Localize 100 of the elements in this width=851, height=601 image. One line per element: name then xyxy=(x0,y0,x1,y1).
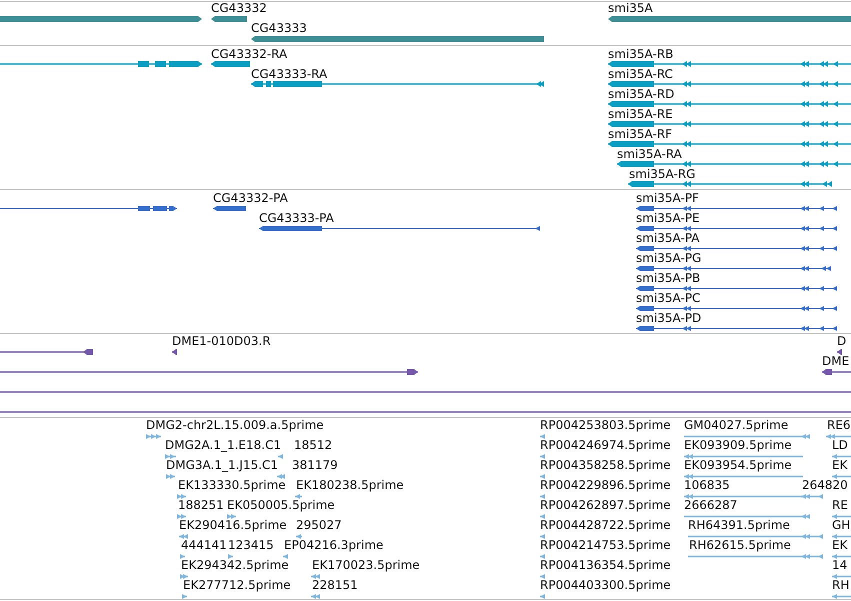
est-arrow-icon[interactable] xyxy=(540,514,545,518)
est-label: RP004229896.5prime xyxy=(540,479,671,492)
protein-model[interactable] xyxy=(213,206,246,210)
protein-label: CG43333-PA xyxy=(259,212,334,225)
transcript-label: CG43332-RA xyxy=(211,48,288,61)
est-label: EK277712.5prime xyxy=(183,579,291,592)
est-label: 295027 xyxy=(296,519,342,532)
est-label: DMG3A.1_1.J15.C1 xyxy=(166,459,278,472)
clone-alignment[interactable] xyxy=(0,409,851,415)
est-arrow-icon[interactable] xyxy=(540,534,545,538)
est-label: RP004136354.5prime xyxy=(540,559,671,572)
gene-bar[interactable] xyxy=(211,16,247,22)
est-arrow-icon[interactable] xyxy=(296,534,302,538)
transcript-label: smi35A-RD xyxy=(608,88,674,101)
est-alignment[interactable] xyxy=(688,534,823,538)
est-alignment[interactable] xyxy=(684,434,810,438)
transcript-label: CG43333-RA xyxy=(251,68,328,81)
protein-model[interactable] xyxy=(259,226,540,230)
est-label: 264820 xyxy=(802,479,848,492)
est-label: RH xyxy=(832,579,850,592)
est-alignment[interactable] xyxy=(826,434,851,438)
clone-alignment[interactable] xyxy=(822,369,851,375)
protein-model[interactable] xyxy=(636,306,837,310)
est-label: RE xyxy=(832,499,848,512)
gene-label: CG43333 xyxy=(251,22,307,35)
transcript-model[interactable] xyxy=(617,161,851,167)
transcript-label: smi35A-RA xyxy=(617,148,682,161)
est-arrow-icon[interactable] xyxy=(540,574,545,578)
est-label: RE6 xyxy=(827,419,851,432)
transcript-model[interactable] xyxy=(628,181,832,187)
est-label: EK290416.5prime xyxy=(179,519,287,532)
est-arrow-icon[interactable] xyxy=(295,494,302,498)
protein-model[interactable] xyxy=(636,326,837,330)
est-label: RH64391.5prime xyxy=(688,519,790,532)
est-arrow-icon[interactable] xyxy=(540,454,545,458)
clone-alignment[interactable] xyxy=(0,349,93,355)
transcript-label: smi35A-RG xyxy=(629,168,696,181)
est-label: RP004358258.5prime xyxy=(540,459,671,472)
est-label: EK180238.5prime xyxy=(296,479,404,492)
est-label: RP004253803.5prime xyxy=(540,419,671,432)
transcript-label: smi35A-RF xyxy=(608,128,672,141)
transcript-model[interactable] xyxy=(608,101,851,107)
est-arrow-icon[interactable] xyxy=(540,474,545,478)
protein-model[interactable] xyxy=(636,226,837,230)
gene-label: smi35A xyxy=(608,2,653,15)
transcript-model[interactable] xyxy=(251,81,544,87)
est-alignment[interactable] xyxy=(684,454,803,458)
clone-alignment[interactable] xyxy=(0,369,418,375)
est-label: 18512 xyxy=(294,439,332,452)
est-label: EK093909.5prime xyxy=(684,439,792,452)
est-label: GM04027.5prime xyxy=(684,419,788,432)
protein-model[interactable] xyxy=(636,246,837,250)
transcript-model[interactable] xyxy=(608,121,851,127)
est-label: 381179 xyxy=(292,459,338,472)
est-label: RP004428722.5prime xyxy=(540,519,671,532)
clone-label: DME xyxy=(822,355,850,368)
est-label: 2666287 xyxy=(684,499,738,512)
clone-arrow-icon[interactable] xyxy=(837,349,842,355)
transcript-model[interactable] xyxy=(608,61,851,67)
protein-model[interactable] xyxy=(636,206,837,210)
est-arrow-icon[interactable] xyxy=(180,574,188,578)
est-arrow-icon[interactable] xyxy=(540,554,545,558)
protein-label: smi35A-PA xyxy=(636,232,700,245)
est-arrow-icon[interactable] xyxy=(278,454,283,458)
clone-alignment[interactable] xyxy=(0,389,851,395)
protein-label: smi35A-PB xyxy=(636,272,700,285)
est-alignment[interactable] xyxy=(684,474,803,478)
transcript-model[interactable] xyxy=(0,61,202,67)
est-arrow-icon[interactable] xyxy=(283,554,288,558)
transcript-model[interactable] xyxy=(211,61,250,67)
protein-label: smi35A-PC xyxy=(636,292,700,305)
est-arrow-icon[interactable] xyxy=(540,594,545,598)
est-label: 14 xyxy=(832,559,848,572)
transcript-model[interactable] xyxy=(608,81,851,87)
protein-label: smi35A-PF xyxy=(636,192,699,205)
est-arrow-icon[interactable] xyxy=(540,434,545,438)
est-label: EK294342.5prime xyxy=(181,559,289,572)
transcript-model[interactable] xyxy=(608,141,851,147)
protein-label: smi35A-PG xyxy=(636,252,702,265)
est-alignment[interactable] xyxy=(684,494,803,498)
est-alignment[interactable] xyxy=(684,514,810,518)
protein-model[interactable] xyxy=(636,266,831,270)
est-alignment[interactable] xyxy=(801,494,823,498)
est-arrow-icon[interactable] xyxy=(228,554,233,558)
protein-model[interactable] xyxy=(636,286,837,290)
est-arrow-icon[interactable] xyxy=(540,494,545,498)
protein-model[interactable] xyxy=(0,206,177,210)
est-label: 228151 xyxy=(312,579,358,592)
transcript-label: smi35A-RE xyxy=(608,108,673,121)
est-label: RP004262897.5prime xyxy=(540,499,671,512)
est-arrow-icon[interactable] xyxy=(180,554,185,558)
est-label: EP04216.3prime xyxy=(284,539,384,552)
est-alignment[interactable] xyxy=(688,554,823,558)
est-arrow-icon[interactable] xyxy=(182,594,187,598)
est-label: EK133330.5prime xyxy=(178,479,286,492)
est-label: LD xyxy=(832,439,848,452)
est-label: 188251 xyxy=(178,499,224,512)
est-arrow-icon[interactable] xyxy=(277,474,285,478)
clone-arrow-icon[interactable] xyxy=(172,349,177,355)
protein-label: CG43332-PA xyxy=(213,192,288,205)
